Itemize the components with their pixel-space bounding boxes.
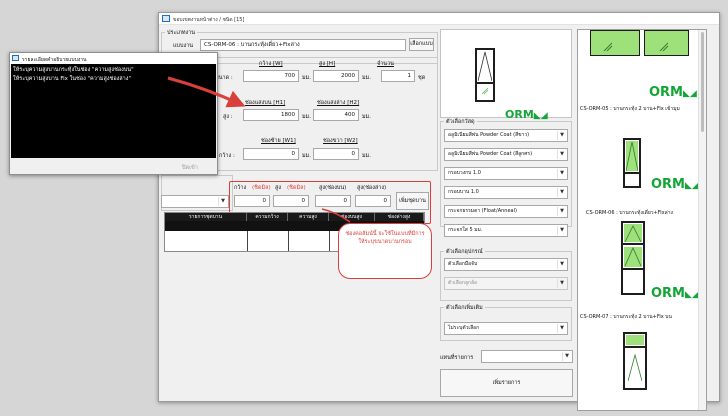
col-header-item: รายการชุดบาน (165, 213, 247, 221)
top-panel-label: ช่องแสงบน [H1] (245, 100, 286, 106)
catalog-scrollbar[interactable] (698, 30, 706, 410)
mm-unit: มม. (362, 114, 371, 120)
material-frame-select[interactable]: กรอบวงกบ 1.0 ▼ (444, 167, 568, 180)
quantity-label: จำนวน (377, 61, 394, 67)
set-height-label: สูง (275, 185, 282, 191)
quantity-input[interactable]: 1 (381, 70, 415, 82)
set-unit: ชุด (418, 75, 426, 81)
description-text-area: ให้ระบุความสูงบานกระทุ้งในช่อง "ความสูงช… (11, 64, 216, 158)
pattern-label: แบบงาน (173, 43, 194, 49)
width-label: กว้าง [W] (259, 61, 283, 67)
description-line: ให้ระบุความสูงบานกระทุ้งในช่อง "ความสูงช… (13, 67, 134, 73)
material-sash-select[interactable]: กรอบบาน 1.0 ▼ (444, 186, 568, 199)
pattern-preview: ORM◣◢ (440, 29, 572, 121)
mm-unit: มม. (362, 75, 371, 81)
add-item-button[interactable]: เพิ่มรายการ (440, 369, 573, 397)
col-header-height: ความสูง (288, 213, 329, 221)
catalog-item-06-icon[interactable] (623, 138, 641, 188)
col-header-bottom: ช่องล่างสูง (375, 213, 424, 221)
description-window: รายละเอียดคำอธิบายแบบงาน ให้ระบุความสูงบ… (9, 52, 218, 175)
extras-select[interactable]: ไม่ระบุตัวเลือก ▼ (444, 322, 568, 335)
set-width-input[interactable]: 0 (234, 195, 270, 207)
app-icon (12, 55, 19, 61)
catalog-item-05-logo: ORM◣◢ (649, 85, 697, 100)
description-title-bar: รายละเอียดคำอธิบายแบบงาน (10, 53, 217, 64)
mm-unit: มม. (302, 75, 311, 81)
chevron-down-icon: ▼ (218, 197, 227, 206)
material-glass-thickness-select[interactable]: กระจกใส 5 มม. ▼ (444, 224, 568, 237)
close-description-button[interactable]: ปิดเข้า (182, 164, 198, 172)
w1-input[interactable]: 0 (243, 148, 299, 160)
h2-input[interactable]: 400 (313, 109, 359, 121)
col-header-top: ช่องบนสูง (329, 213, 375, 221)
catalog-item-08-icon[interactable] (623, 332, 647, 390)
replace-item-label: แทนที่รายการ (440, 355, 474, 361)
right-panel-label: ช่องขวา [W2] (323, 138, 358, 144)
height-colon-label: สูง : (223, 114, 233, 120)
width-input[interactable]: 700 (243, 70, 299, 82)
set-type-select[interactable]: ▼ (161, 195, 229, 208)
window-title: ขอบเขตงานหน้าต่าง / ชนิด [15] (173, 17, 245, 23)
left-panel-label: ช่องซ้าย [W1] (261, 138, 296, 144)
set-height-input[interactable]: 0 (273, 195, 309, 207)
material-glass-type-select[interactable]: กระจกธรรมดา (Float/Anneal) ▼ (444, 205, 568, 218)
catalog-item-07-icon[interactable] (621, 221, 645, 295)
set-width-note: (ชิดมิล) (252, 185, 271, 191)
mm-unit: มม. (302, 114, 311, 120)
main-window: ขอบเขตงานหน้าต่าง / ชนิด [15] ประเภทงาน … (158, 12, 720, 411)
catalog-item-05-caption[interactable]: CS-ORM-05 : บานกระทุ้ง 2 บาน+Fix เข้ามุม (580, 105, 680, 113)
replace-item-select[interactable]: ▼ (481, 350, 573, 363)
set-top-input[interactable]: 0 (315, 195, 351, 207)
set-bottom-input[interactable]: 0 (355, 195, 391, 207)
extras-legend: ตัวเลือกเพิ่มเติม (444, 304, 485, 312)
scroll-thumb[interactable] (701, 32, 704, 132)
width-colon-label: กว้าง : (219, 153, 235, 159)
col-header-width: ความกว้าง (247, 213, 288, 221)
handle-select[interactable]: ตัวเลือกมือจับ ▼ (444, 258, 568, 271)
app-icon (162, 15, 170, 22)
description-line: ให้ระบุความสูงบาน Fix ในช่อง "ความสูงช่อ… (13, 76, 131, 82)
catalog-item-07-logo: ORM◣◢ (651, 286, 699, 301)
mm-unit: มม. (362, 153, 371, 159)
catalog-item-05-left-highlight (590, 30, 640, 56)
height-input[interactable]: 2000 (313, 70, 359, 82)
bottom-panel-label: ช่องแสงล่าง [H2] (317, 100, 360, 106)
select-pattern-button[interactable]: เลือกแบบ (409, 38, 434, 51)
mm-unit: มม. (302, 153, 311, 159)
work-type-legend: ประเภทงาน (165, 29, 198, 37)
pattern-catalog: ORM◣◢ CS-ORM-05 : บานกระทุ้ง 2 บาน+Fix เ… (577, 29, 707, 411)
set-bottom-label: สูง(ช่องล่าง) (357, 185, 387, 191)
set-height-note: (ชิดมิล) (287, 185, 306, 191)
catalog-item-07-caption[interactable]: CS-ORM-07 : บานกระทุ้ง 2 บาน+Fix บน (580, 313, 672, 321)
description-title: รายละเอียดคำอธิบายแบบงาน (22, 57, 87, 63)
set-width-label: กว้าง (234, 185, 247, 191)
w2-input[interactable]: 0 (313, 148, 359, 160)
catalog-item-06-caption[interactable]: CS-ORM-06 : บานกระทุ้งเดี่ยว+Fixล่าง (586, 209, 673, 217)
materials-legend: ตัวเลือกวัสดุ (444, 118, 477, 126)
material-sash-color-select[interactable]: อลูมิเนียมสีพ่น Powder Coat (สีลูกศร) ▼ (444, 148, 568, 161)
accessories-legend: ตัวเลือกอุปกรณ์ (444, 248, 485, 256)
table-header: รายการชุดบาน ความกว้าง ความสูง ช่องบนสูง… (165, 213, 424, 221)
pattern-field[interactable]: CS-ORM-06 : บานกระทุ้งเดี่ยว+Fixล่าง (200, 39, 406, 51)
title-bar: ขอบเขตงานหน้าต่าง / ชนิด [15] (159, 13, 719, 25)
roller-select: ตัวเลือกลูกล้อ ▼ (444, 277, 568, 290)
add-set-button[interactable]: เพิ่มชุดบาน (396, 192, 429, 210)
catalog-item-06-logo: ORM◣◢ (651, 177, 699, 192)
set-top-label: สูง(ช่องบน) (319, 185, 347, 191)
material-frame-color-select[interactable]: อลูมิเนียมสีพ่น Powder Coat (สีขาว) ▼ (444, 129, 568, 142)
h1-input[interactable]: 1800 (243, 109, 299, 121)
height-label: สูง [H] (319, 61, 336, 67)
window-preview-icon (475, 48, 495, 102)
callout-bubble: ช่องคอลัมน์นี้ จะใช้ในแบบที่มีการให้ระบุ… (338, 223, 432, 279)
